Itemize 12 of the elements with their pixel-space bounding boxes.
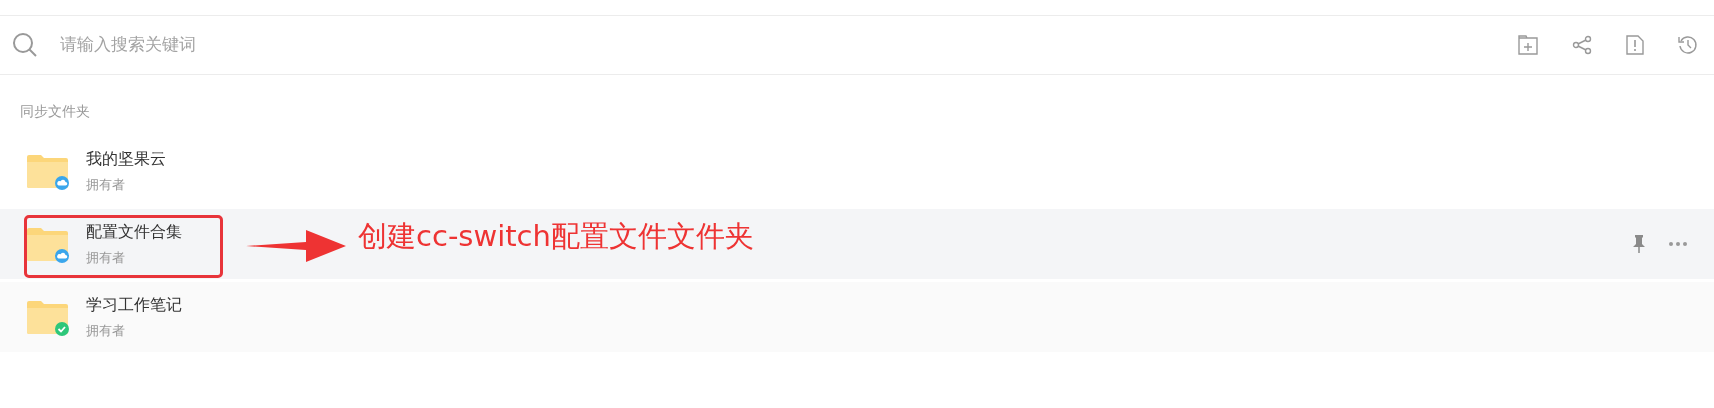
search-field[interactable]: 请输入搜索关键词 — [58, 31, 458, 59]
section-title: 同步文件夹 — [19, 102, 91, 121]
folder-role: 拥有者 — [86, 249, 126, 268]
folder-name: 学习工作笔记 — [86, 294, 182, 317]
search-icon[interactable] — [12, 32, 38, 58]
folder-name: 配置文件合集 — [86, 221, 182, 244]
folder-role: 拥有者 — [86, 322, 126, 341]
folder-role: 拥有者 — [86, 176, 126, 195]
folder-row[interactable]: 学习工作笔记 拥有者 — [0, 282, 1714, 352]
folder-row[interactable]: 我的坚果云 拥有者 — [0, 136, 1714, 206]
annotation-text: 创建cc-switch配置文件文件夹 — [358, 218, 754, 255]
folder-name: 我的坚果云 — [86, 148, 166, 171]
